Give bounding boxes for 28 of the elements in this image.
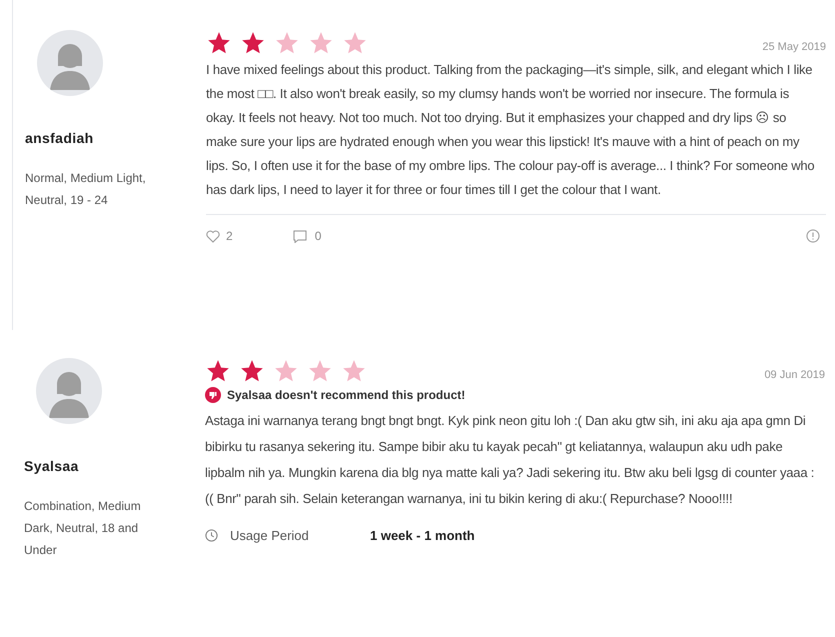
star-icon: [205, 358, 231, 384]
like-button[interactable]: 2: [206, 227, 233, 245]
clock-icon: [205, 529, 218, 542]
heart-icon: [206, 230, 220, 242]
star-icon: [239, 358, 265, 384]
star-icon: [341, 358, 367, 384]
star-icon: [307, 358, 333, 384]
review-text: Astaga ini warnanya terang bngt bngt bngt. Kyk pink neon gitu loh :( Dan aku gtw sih, ini aku aja apa gmn Di bibirku tu rasanya sekering itu. Sampe bibir aku tu kayak pecah" gt keliatannya, walaupun aku udh pake lipbalm nih ya. Mungkin karena dia blg nya matte kali ya? Jadi sekering itu. Btw aku beli lgsg di counter yaaa :(( Bnr" parah sih. Selain keterangan warnanya, ini tu bikin kering di aku:( Repurchase? Nooo!!!!: [205, 412, 816, 508]
comment-icon: [292, 230, 307, 242]
star-icon: [308, 30, 334, 56]
review-date: 09 Jun 2019: [764, 368, 825, 383]
star-icon: [206, 30, 232, 56]
usage-label: Usage Period: [230, 527, 310, 545]
username: Syalsaa: [24, 457, 80, 476]
profile-info: Combination, Medium Dark, Neutral, 18 and Under: [24, 498, 142, 559]
review-text: I have mixed feelings about this product. Talking from the packaging—it's simple, silk, and elegant which I like the most □□. It also won't break easily, so my clumsy hands won't be worried nor insecure. The formula is okay. It feels not heavy. Not too much. Not too drying. But it emphasizes your chapped and dry lips ☹ so make sure your lips are hydrated enough when you wear this lipstick! It's mauve with a hint of peach on my lips. So, I often use it for the base of my ombre lips. The colour pay-off is average... I think? For someone who has dark lips, I need to layer it for three or four times till I get the colour that I want.: [206, 61, 816, 199]
username: ansfadiah: [25, 129, 95, 148]
thumbs-down-icon: [205, 387, 221, 403]
comment-button[interactable]: 0: [292, 227, 322, 245]
usage-value: 1 week - 1 month: [370, 527, 475, 545]
recommendation-note: Syalsaa doesn't recommend this product!: [227, 387, 466, 404]
star-icon: [273, 358, 299, 384]
review-date: 25 May 2019: [762, 40, 826, 55]
profile-info: Normal, Medium Light, Neutral, 19 - 24: [25, 170, 147, 209]
report-icon[interactable]: [806, 229, 820, 243]
star-icon: [342, 30, 368, 56]
star-icon: [240, 30, 266, 56]
star-icon: [274, 30, 300, 56]
